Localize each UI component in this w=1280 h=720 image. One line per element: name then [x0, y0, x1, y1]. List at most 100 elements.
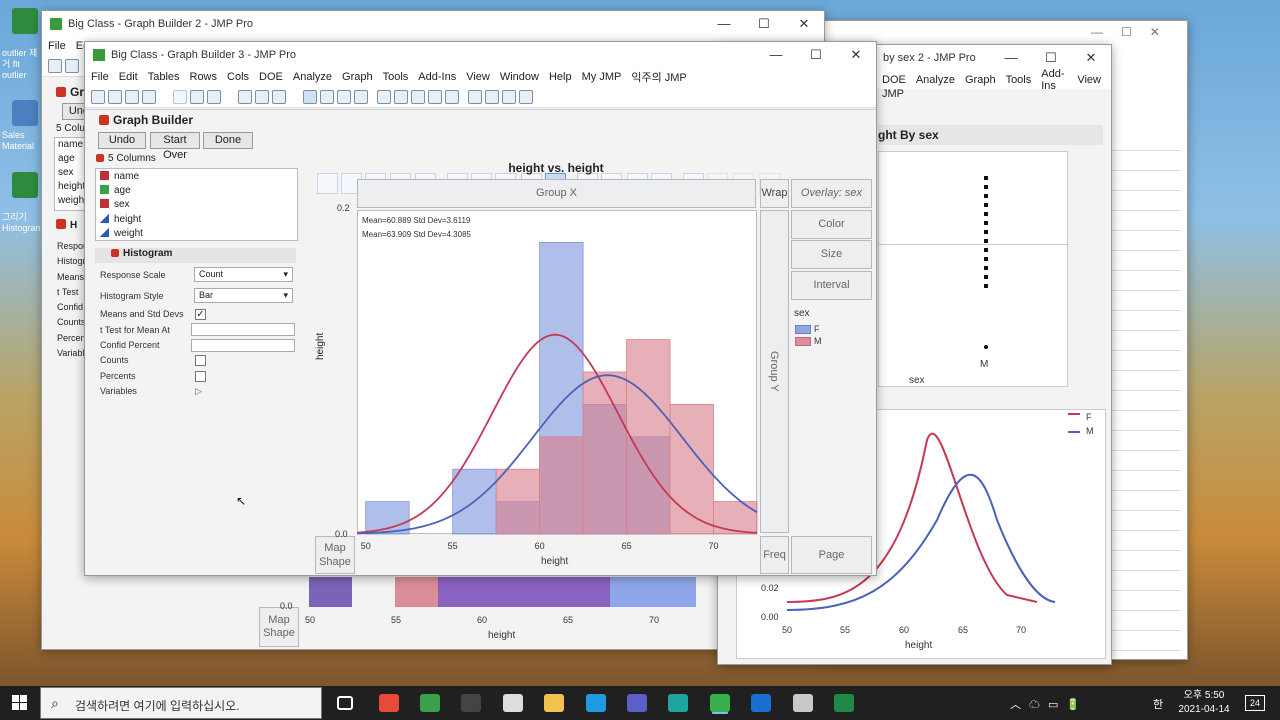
red-triangle-icon[interactable] — [96, 154, 104, 162]
search-box[interactable]: ⌕ 검색하려면 여기에 입력하십시오. — [40, 687, 322, 719]
columns-header[interactable]: 5 Columns — [96, 153, 156, 164]
menu-file[interactable]: File — [91, 71, 109, 83]
group-x-zone[interactable]: Group X — [357, 179, 756, 208]
size-zone[interactable]: Size — [791, 240, 872, 269]
add-icon[interactable] — [272, 89, 286, 104]
paint-icon[interactable] — [793, 694, 813, 712]
freq-zone[interactable]: Freq — [760, 536, 789, 574]
page-zone[interactable]: Page — [791, 536, 872, 574]
column-sex[interactable]: sex — [100, 198, 297, 212]
maximize-button[interactable]: ☐ — [796, 47, 836, 63]
open-icon[interactable] — [125, 89, 139, 104]
menu-doe[interactable]: DOE — [259, 71, 283, 83]
save-icon[interactable] — [142, 89, 156, 104]
doc-icon[interactable] — [503, 694, 523, 712]
close-button[interactable]: ✕ — [1150, 25, 1160, 39]
menu-graph[interactable]: Graph — [342, 71, 373, 83]
teams-icon[interactable] — [627, 694, 647, 712]
notification-icon[interactable]: 24 — [1245, 695, 1265, 711]
map-shape-zone[interactable]: Map Shape — [315, 536, 355, 574]
points-icon[interactable] — [317, 173, 338, 194]
cut-icon[interactable] — [173, 89, 187, 104]
done-button[interactable]: Done — [203, 132, 253, 149]
outlook-icon[interactable] — [751, 694, 771, 712]
menu-view[interactable]: View — [466, 71, 490, 83]
column-item[interactable]: sex — [58, 166, 85, 180]
column-weight[interactable]: weight — [100, 227, 297, 241]
task-view-icon[interactable] — [337, 696, 353, 710]
menu-item[interactable]: JMP — [882, 88, 904, 100]
globe-icon[interactable] — [420, 694, 440, 712]
histogram-header[interactable]: Histogram — [95, 248, 296, 263]
red-triangle-icon[interactable] — [111, 249, 119, 257]
red-triangle-icon[interactable] — [56, 87, 66, 97]
plus-icon[interactable] — [445, 89, 459, 104]
menu-item[interactable]: View — [1077, 74, 1101, 86]
ime-indicator[interactable]: 한 — [1153, 696, 1163, 712]
brush-icon[interactable] — [394, 89, 408, 104]
red-triangle-icon[interactable] — [56, 219, 66, 229]
menu-tables[interactable]: Tables — [148, 71, 180, 83]
ellipse-icon[interactable] — [519, 89, 533, 104]
hand-icon[interactable] — [377, 89, 391, 104]
new-script-icon[interactable] — [108, 89, 122, 104]
interval-zone[interactable]: Interval — [791, 271, 872, 300]
red-triangle-icon[interactable] — [99, 115, 109, 125]
open-icon[interactable] — [65, 58, 79, 73]
menu-window[interactable]: Window — [500, 71, 539, 83]
new-data-icon[interactable] — [91, 89, 105, 104]
menu-item[interactable]: Analyze — [916, 74, 955, 86]
menu-rows[interactable]: Rows — [190, 71, 218, 83]
overlay-zone[interactable]: Overlay: sex — [791, 179, 872, 208]
column-item[interactable]: age — [58, 152, 85, 166]
column-height[interactable]: height — [100, 213, 297, 227]
chrome-icon[interactable] — [379, 694, 399, 712]
maximize-button[interactable]: ☐ — [1031, 50, 1071, 66]
clock[interactable]: 오후 5:50 2021-04-14 — [1178, 689, 1230, 717]
color-zone[interactable]: Color — [791, 210, 872, 239]
desktop-icon-outlier[interactable] — [12, 8, 38, 34]
column-age[interactable]: age — [100, 184, 297, 198]
arrow-icon[interactable] — [303, 89, 317, 104]
column-item[interactable]: weight — [58, 194, 85, 208]
new-icon[interactable] — [48, 58, 62, 73]
histogram-style-select[interactable]: Bar ▾ — [194, 288, 293, 303]
minimize-button[interactable]: — — [1091, 25, 1103, 39]
menu-my-jmp[interactable]: My JMP — [582, 71, 622, 83]
menu-item[interactable]: Tools — [1006, 74, 1032, 86]
percents-checkbox[interactable] — [195, 371, 206, 382]
paste-icon[interactable] — [207, 89, 221, 104]
jmp-icon[interactable] — [710, 694, 730, 712]
lasso-icon[interactable] — [411, 89, 425, 104]
system-tray-icons[interactable]: ︿☁▭🔋 — [1010, 696, 1088, 712]
table-icon[interactable] — [238, 89, 252, 104]
text-icon[interactable] — [468, 89, 482, 104]
obs-icon[interactable] — [461, 694, 481, 712]
start-over-button[interactable]: Start Over — [150, 132, 200, 161]
menu-cols[interactable]: Cols — [227, 71, 249, 83]
menu-item[interactable]: Add-Ins — [1041, 68, 1067, 92]
undo-button[interactable]: Undo — [98, 132, 146, 149]
desktop-icon-histogram[interactable] — [12, 172, 38, 198]
map-shape-zone[interactable]: Map Shape — [259, 607, 299, 647]
folder-icon[interactable] — [544, 694, 564, 712]
menu-analyze[interactable]: Analyze — [293, 71, 332, 83]
menu-korean-jmp[interactable]: 익주의 JMP — [631, 69, 686, 85]
close-button[interactable]: ✕ — [836, 47, 876, 63]
means-checkbox[interactable]: ✓ — [195, 309, 206, 320]
counts-checkbox[interactable] — [195, 355, 206, 366]
edge-icon[interactable] — [668, 694, 688, 712]
response-scale-select[interactable]: Count ▾ — [194, 267, 293, 282]
column-name[interactable]: name — [100, 170, 297, 184]
crosshair-icon[interactable] — [337, 89, 351, 104]
minimize-button[interactable]: — — [704, 16, 744, 32]
polygon-icon[interactable] — [502, 89, 516, 104]
copy-icon[interactable] — [190, 89, 204, 104]
minimize-button[interactable]: — — [756, 47, 796, 63]
skype-icon[interactable] — [586, 694, 606, 712]
menu-edit[interactable]: Edit — [119, 71, 138, 83]
line-icon[interactable] — [485, 89, 499, 104]
desktop-icon-sales[interactable] — [12, 100, 38, 126]
report-icon[interactable] — [255, 89, 269, 104]
help-icon[interactable] — [320, 89, 334, 104]
